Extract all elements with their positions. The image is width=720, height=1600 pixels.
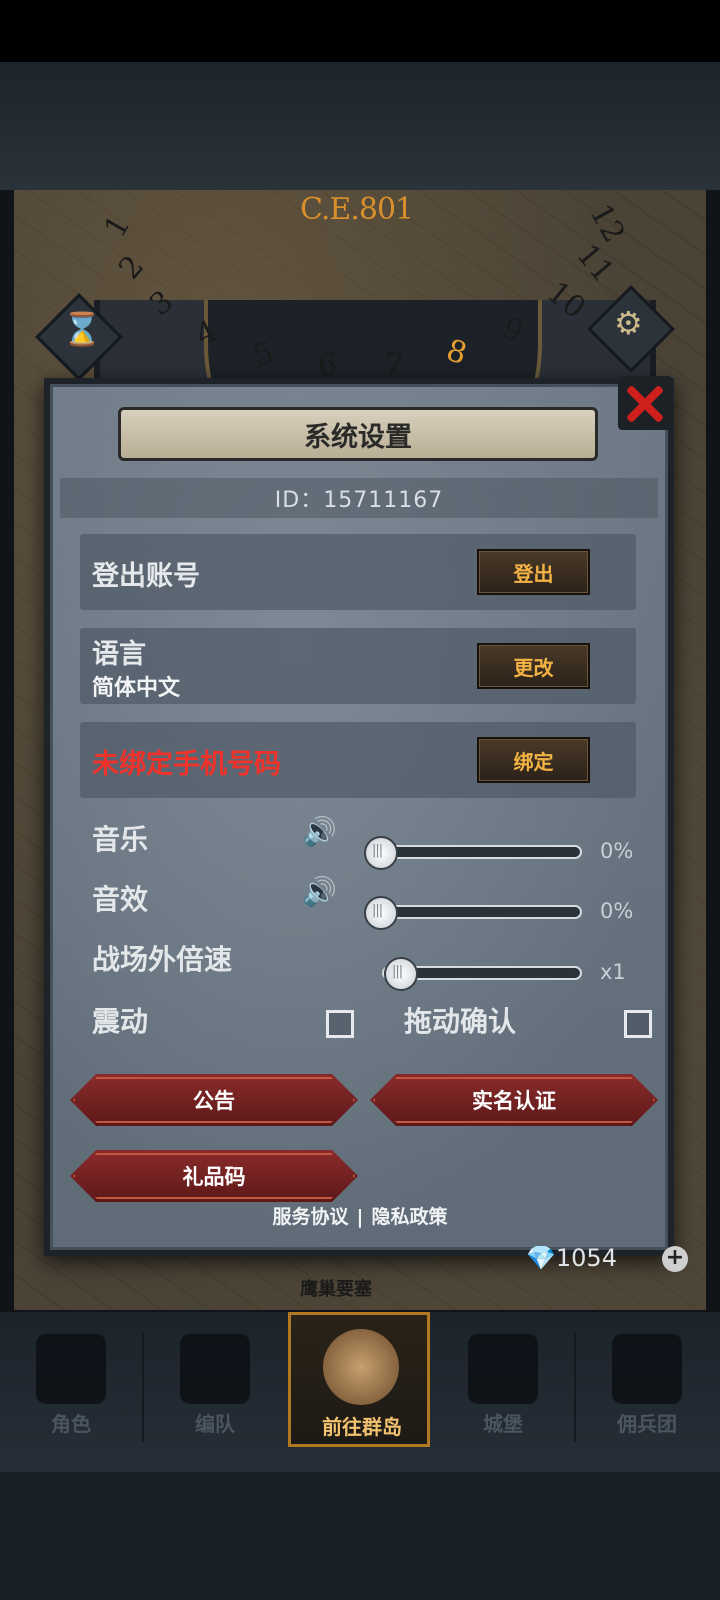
- music-slider-knob[interactable]: [364, 836, 398, 870]
- player-id: ID：15711167: [60, 478, 658, 518]
- castle-icon: [468, 1334, 538, 1404]
- fortress-label: 鹰巢要塞: [300, 1279, 372, 1300]
- phone-row: 未绑定手机号码 绑定: [80, 722, 636, 798]
- coin-counter: 💎1054: [526, 1244, 617, 1272]
- nav-label: 前往群岛: [322, 1415, 402, 1439]
- nav-mercenary[interactable]: 佣兵团: [576, 1312, 718, 1447]
- speed-label: 战场外倍速: [92, 943, 233, 976]
- drag-confirm-label: 拖动确认: [404, 1005, 517, 1038]
- knight-icon: [36, 1334, 106, 1404]
- globe-icon: [323, 1329, 399, 1405]
- vibration-checkbox[interactable]: [326, 1010, 354, 1038]
- nav-islands[interactable]: 前往群岛: [288, 1312, 430, 1447]
- privacy-policy-link[interactable]: 隐私政策: [371, 1206, 447, 1228]
- helmet-icon: [180, 1334, 250, 1404]
- notice-button[interactable]: 公告: [70, 1074, 358, 1126]
- gear-icon: ⚙: [614, 304, 643, 342]
- bottom-nav: 角色 编队 前往群岛 城堡 佣兵团: [0, 1312, 720, 1472]
- music-label: 音乐: [92, 823, 149, 856]
- nav-label: 角色: [51, 1412, 91, 1436]
- logout-row: 登出账号 登出: [80, 534, 636, 610]
- top-band: [0, 62, 720, 190]
- music-slider-track[interactable]: [374, 845, 582, 859]
- status-bar: [0, 0, 720, 62]
- vibration-label: 震动: [92, 1005, 149, 1038]
- sfx-label: 音效: [92, 883, 149, 916]
- phone-unbound-label: 未绑定手机号码: [92, 749, 281, 780]
- nav-character[interactable]: 角色: [0, 1312, 142, 1447]
- era-label: C.E.801: [300, 192, 414, 227]
- nav-label: 编队: [195, 1412, 235, 1436]
- nav-label: 佣兵团: [617, 1412, 677, 1436]
- logout-button[interactable]: 登出: [477, 549, 590, 595]
- drag-confirm-checkbox[interactable]: [624, 1010, 652, 1038]
- close-button[interactable]: [618, 376, 672, 430]
- language-value: 简体中文: [92, 676, 181, 701]
- nav-label: 城堡: [483, 1412, 523, 1436]
- sfx-slider-track[interactable]: [374, 905, 582, 919]
- footer-links: 服务协议 | 隐私政策: [0, 1202, 720, 1229]
- sfx-value: 0%: [600, 899, 634, 923]
- bottom-pad: [0, 1472, 720, 1600]
- music-value: 0%: [600, 839, 634, 863]
- speed-value: x1: [600, 960, 626, 984]
- bind-phone-button[interactable]: 绑定: [477, 737, 590, 783]
- banner-icon: [612, 1334, 682, 1404]
- service-agreement-link[interactable]: 服务协议: [273, 1206, 349, 1228]
- change-language-button[interactable]: 更改: [477, 643, 590, 689]
- language-row: 语言 简体中文 更改: [80, 628, 636, 704]
- hourglass-icon: ⌛: [62, 310, 102, 348]
- speed-slider-knob[interactable]: [384, 957, 418, 991]
- sfx-slider-knob[interactable]: [364, 896, 398, 930]
- coin-count: 1054: [555, 1244, 617, 1272]
- nav-castle[interactable]: 城堡: [432, 1312, 574, 1447]
- footer-separator: |: [356, 1206, 364, 1228]
- real-name-button[interactable]: 实名认证: [370, 1074, 658, 1126]
- gift-code-button[interactable]: 礼品码: [70, 1150, 358, 1202]
- add-coin-button[interactable]: +: [662, 1246, 688, 1272]
- logout-label: 登出账号: [92, 561, 200, 592]
- sfx-speaker-icon[interactable]: 🔊: [302, 875, 346, 911]
- language-label: 语言: [92, 639, 146, 670]
- dialog-title: 系统设置: [118, 407, 598, 461]
- gem-icon: 💎: [526, 1244, 556, 1272]
- nav-formation[interactable]: 编队: [144, 1312, 286, 1447]
- music-speaker-icon[interactable]: 🔊: [302, 815, 346, 851]
